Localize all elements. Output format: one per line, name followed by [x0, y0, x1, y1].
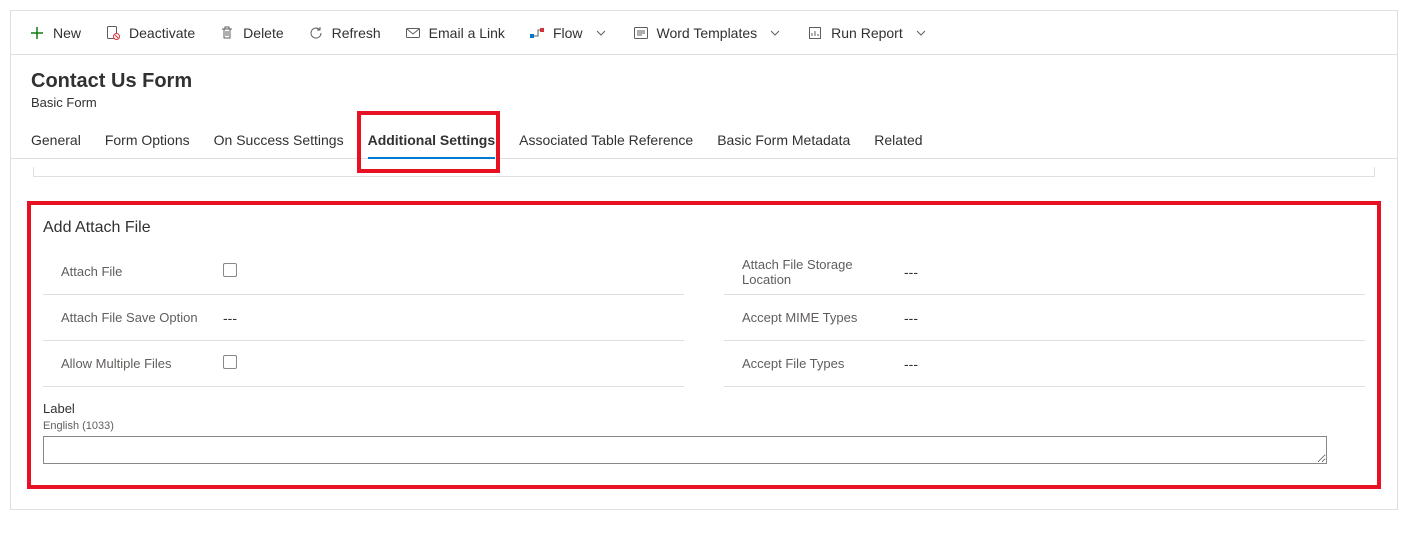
chevron-down-icon: [767, 25, 783, 41]
file-types-value[interactable]: ---: [904, 356, 1365, 372]
delete-label: Delete: [243, 25, 283, 41]
attach-file-label: Attach File: [43, 264, 223, 279]
tab-additional-settings[interactable]: Additional Settings: [368, 124, 496, 158]
field-accept-mime: Accept MIME Types ---: [724, 295, 1365, 341]
word-icon: [633, 25, 649, 41]
page-header: Contact Us Form Basic Form: [11, 55, 1397, 110]
left-column: Attach File Attach File Save Option --- …: [43, 249, 684, 387]
email-link-label: Email a Link: [429, 25, 505, 41]
allow-multiple-checkbox[interactable]: [223, 355, 237, 369]
tab-bar: General Form Options On Success Settings…: [11, 110, 1397, 159]
label-title: Label: [43, 401, 1365, 416]
run-report-button[interactable]: Run Report: [797, 15, 939, 51]
flow-label: Flow: [553, 25, 583, 41]
label-block: Label English (1033): [43, 401, 1365, 467]
app-window: New Deactivate Delete Refresh Email a Li…: [10, 10, 1398, 510]
new-label: New: [53, 25, 81, 41]
storage-label: Attach File Storage Location: [724, 257, 904, 287]
field-attach-file-save-option: Attach File Save Option ---: [43, 295, 684, 341]
add-attach-file-section: Add Attach File Attach File Attach File …: [27, 201, 1381, 489]
flow-icon: [529, 25, 545, 41]
page-subtitle: Basic Form: [31, 95, 1377, 110]
tab-metadata[interactable]: Basic Form Metadata: [717, 124, 850, 158]
content-area: Add Attach File Attach File Attach File …: [11, 159, 1397, 509]
chevron-down-icon: [913, 25, 929, 41]
label-textarea[interactable]: [43, 436, 1327, 464]
save-option-value[interactable]: ---: [223, 310, 684, 326]
page-title: Contact Us Form: [31, 69, 1377, 93]
refresh-button[interactable]: Refresh: [298, 15, 391, 51]
tab-general[interactable]: General: [31, 124, 81, 158]
command-bar: New Deactivate Delete Refresh Email a Li…: [11, 11, 1397, 55]
flow-button[interactable]: Flow: [519, 15, 619, 51]
attach-file-checkbox[interactable]: [223, 263, 237, 277]
field-attach-file: Attach File: [43, 249, 684, 295]
deactivate-button[interactable]: Deactivate: [95, 15, 205, 51]
section-title: Add Attach File: [43, 219, 1365, 237]
field-allow-multiple-files: Allow Multiple Files: [43, 341, 684, 387]
word-templates-button[interactable]: Word Templates: [623, 15, 794, 51]
field-accept-file-types: Accept File Types ---: [724, 341, 1365, 387]
tab-on-success[interactable]: On Success Settings: [214, 124, 344, 158]
chevron-down-icon: [593, 25, 609, 41]
email-link-button[interactable]: Email a Link: [395, 15, 515, 51]
previous-section-edge: [33, 167, 1375, 177]
new-button[interactable]: New: [19, 15, 91, 51]
run-report-label: Run Report: [831, 25, 903, 41]
delete-button[interactable]: Delete: [209, 15, 293, 51]
deactivate-label: Deactivate: [129, 25, 195, 41]
refresh-icon: [308, 25, 324, 41]
refresh-label: Refresh: [332, 25, 381, 41]
mime-label: Accept MIME Types: [724, 310, 904, 325]
deactivate-icon: [105, 25, 121, 41]
tab-associated-table[interactable]: Associated Table Reference: [519, 124, 693, 158]
report-icon: [807, 25, 823, 41]
mime-value[interactable]: ---: [904, 310, 1365, 326]
allow-multiple-label: Allow Multiple Files: [43, 356, 223, 371]
field-storage-location: Attach File Storage Location ---: [724, 249, 1365, 295]
save-option-label: Attach File Save Option: [43, 310, 223, 325]
label-language: English (1033): [43, 420, 1365, 432]
file-types-label: Accept File Types: [724, 356, 904, 371]
tab-related[interactable]: Related: [874, 124, 922, 158]
word-templates-label: Word Templates: [657, 25, 758, 41]
mail-icon: [405, 25, 421, 41]
storage-value[interactable]: ---: [904, 264, 1365, 280]
right-column: Attach File Storage Location --- Accept …: [724, 249, 1365, 387]
tab-form-options[interactable]: Form Options: [105, 124, 190, 158]
plus-icon: [29, 25, 45, 41]
trash-icon: [219, 25, 235, 41]
